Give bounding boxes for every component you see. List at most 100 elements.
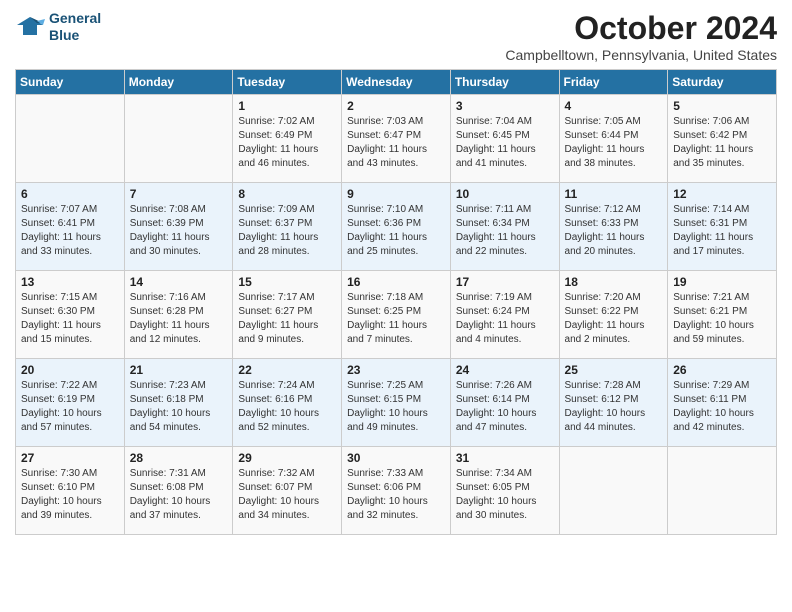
calendar-cell: 9Sunrise: 7:10 AMSunset: 6:36 PMDaylight… [342,183,451,271]
day-number: 6 [21,187,119,201]
day-number: 27 [21,451,119,465]
day-info: Sunrise: 7:05 AMSunset: 6:44 PMDaylight:… [565,115,663,171]
day-info: Sunrise: 7:10 AMSunset: 6:36 PMDaylight:… [347,203,445,259]
calendar-cell: 12 Sunrise: 7:14 AMSunset: 6:31 PMDayligh… [668,183,777,271]
logo-line1: General [49,10,101,27]
day-info: Sunrise: 7:23 AMSunset: 6:18 PMDaylight:… [130,379,228,435]
day-info: Sunrise: 7:06 AMSunset: 6:42 PMDaylight:… [673,115,771,171]
day-number: 21 [130,363,228,377]
calendar-week-row: 13 Sunrise: 7:15 AMSunset: 6:30 PMDayligh… [16,271,777,359]
day-info: Sunrise: 7:26 AMSunset: 6:14 PMDaylight:… [456,379,554,435]
calendar-cell: 4 Sunrise: 7:05 AMSunset: 6:44 PMDaylight… [559,95,668,183]
calendar-cell: 15 Sunrise: 7:17 AMSunset: 6:27 PMDayligh… [233,271,342,359]
calendar-cell: 5 Sunrise: 7:06 AMSunset: 6:42 PMDaylight… [668,95,777,183]
header-sunday: Sunday [16,70,125,95]
day-number: 28 [130,451,228,465]
day-number: 8 [238,187,336,201]
calendar-week-row: 6 Sunrise: 7:07 AMSunset: 6:41 PMDaylight… [16,183,777,271]
day-number: 5 [673,99,771,113]
day-info: Sunrise: 7:22 AMSunset: 6:19 PMDaylight:… [21,379,119,435]
month-title: October 2024 [505,10,777,47]
day-number: 15 [238,275,336,289]
calendar-cell: 24 Sunrise: 7:26 AMSunset: 6:14 PMDayligh… [450,359,559,447]
day-number: 26 [673,363,771,377]
day-number: 22 [238,363,336,377]
calendar-week-row: 1Sunrise: 7:02 AMSunset: 6:49 PMDaylight… [16,95,777,183]
day-info: Sunrise: 7:25 AMSunset: 6:15 PMDaylight:… [347,379,445,435]
day-number: 16 [347,275,445,289]
day-info: Sunrise: 7:02 AMSunset: 6:49 PMDaylight:… [238,115,336,171]
day-number: 29 [238,451,336,465]
calendar-cell [668,447,777,535]
day-number: 20 [21,363,119,377]
day-info: Sunrise: 7:12 AMSunset: 6:33 PMDaylight:… [565,203,663,259]
calendar-cell: 20 Sunrise: 7:22 AMSunset: 6:19 PMDayligh… [16,359,125,447]
location-subtitle: Campbelltown, Pennsylvania, United State… [505,47,777,63]
calendar-cell: 21 Sunrise: 7:23 AMSunset: 6:18 PMDayligh… [124,359,233,447]
day-number: 7 [130,187,228,201]
calendar-header-row: SundayMondayTuesdayWednesdayThursdayFrid… [16,70,777,95]
day-info: Sunrise: 7:34 AMSunset: 6:05 PMDaylight:… [456,467,554,523]
calendar-cell: 2Sunrise: 7:03 AMSunset: 6:47 PMDaylight… [342,95,451,183]
title-area: October 2024 Campbelltown, Pennsylvania,… [505,10,777,63]
day-info: Sunrise: 7:16 AMSunset: 6:28 PMDaylight:… [130,291,228,347]
calendar-week-row: 20 Sunrise: 7:22 AMSunset: 6:19 PMDayligh… [16,359,777,447]
day-number: 12 [673,187,771,201]
day-info: Sunrise: 7:32 AMSunset: 6:07 PMDaylight:… [238,467,336,523]
calendar-cell: 19 Sunrise: 7:21 AMSunset: 6:21 PMDayligh… [668,271,777,359]
day-number: 30 [347,451,445,465]
day-number: 31 [456,451,554,465]
day-number: 24 [456,363,554,377]
calendar-cell: 8 Sunrise: 7:09 AMSunset: 6:37 PMDaylight… [233,183,342,271]
calendar-cell: 16 Sunrise: 7:18 AMSunset: 6:25 PMDayligh… [342,271,451,359]
calendar-cell: 6 Sunrise: 7:07 AMSunset: 6:41 PMDaylight… [16,183,125,271]
calendar-cell: 10 Sunrise: 7:11 AMSunset: 6:34 PMDayligh… [450,183,559,271]
calendar-cell: 18 Sunrise: 7:20 AMSunset: 6:22 PMDayligh… [559,271,668,359]
day-number: 19 [673,275,771,289]
day-info: Sunrise: 7:14 AMSunset: 6:31 PMDaylight:… [673,203,771,259]
day-number: 13 [21,275,119,289]
day-info: Sunrise: 7:29 AMSunset: 6:11 PMDaylight:… [673,379,771,435]
header-monday: Monday [124,70,233,95]
calendar-cell: 3Sunrise: 7:04 AMSunset: 6:45 PMDaylight… [450,95,559,183]
calendar-cell: 25Sunrise: 7:28 AMSunset: 6:12 PMDayligh… [559,359,668,447]
day-info: Sunrise: 7:15 AMSunset: 6:30 PMDaylight:… [21,291,119,347]
day-number: 2 [347,99,445,113]
day-number: 14 [130,275,228,289]
calendar-cell: 29 Sunrise: 7:32 AMSunset: 6:07 PMDayligh… [233,447,342,535]
logo-icon [15,15,45,39]
calendar-cell: 27 Sunrise: 7:30 AMSunset: 6:10 PMDayligh… [16,447,125,535]
calendar-cell: 31 Sunrise: 7:34 AMSunset: 6:05 PMDayligh… [450,447,559,535]
calendar-cell: 7 Sunrise: 7:08 AMSunset: 6:39 PMDaylight… [124,183,233,271]
calendar-cell: 17Sunrise: 7:19 AMSunset: 6:24 PMDayligh… [450,271,559,359]
calendar-cell: 26 Sunrise: 7:29 AMSunset: 6:11 PMDayligh… [668,359,777,447]
day-number: 4 [565,99,663,113]
calendar-cell: 28 Sunrise: 7:31 AMSunset: 6:08 PMDayligh… [124,447,233,535]
day-info: Sunrise: 7:30 AMSunset: 6:10 PMDaylight:… [21,467,119,523]
day-info: Sunrise: 7:17 AMSunset: 6:27 PMDaylight:… [238,291,336,347]
calendar-table: SundayMondayTuesdayWednesdayThursdayFrid… [15,69,777,535]
day-info: Sunrise: 7:21 AMSunset: 6:21 PMDaylight:… [673,291,771,347]
logo: General Blue [15,10,101,44]
day-info: Sunrise: 7:33 AMSunset: 6:06 PMDaylight:… [347,467,445,523]
calendar-cell [124,95,233,183]
day-info: Sunrise: 7:31 AMSunset: 6:08 PMDaylight:… [130,467,228,523]
day-info: Sunrise: 7:08 AMSunset: 6:39 PMDaylight:… [130,203,228,259]
day-info: Sunrise: 7:28 AMSunset: 6:12 PMDaylight:… [565,379,663,435]
calendar-cell: 1Sunrise: 7:02 AMSunset: 6:49 PMDaylight… [233,95,342,183]
calendar-cell: 30 Sunrise: 7:33 AMSunset: 6:06 PMDayligh… [342,447,451,535]
day-info: Sunrise: 7:20 AMSunset: 6:22 PMDaylight:… [565,291,663,347]
header-thursday: Thursday [450,70,559,95]
day-info: Sunrise: 7:09 AMSunset: 6:37 PMDaylight:… [238,203,336,259]
day-number: 18 [565,275,663,289]
calendar-cell: 23 Sunrise: 7:25 AMSunset: 6:15 PMDayligh… [342,359,451,447]
day-info: Sunrise: 7:07 AMSunset: 6:41 PMDaylight:… [21,203,119,259]
calendar-week-row: 27 Sunrise: 7:30 AMSunset: 6:10 PMDayligh… [16,447,777,535]
day-info: Sunrise: 7:24 AMSunset: 6:16 PMDaylight:… [238,379,336,435]
calendar-cell: 11Sunrise: 7:12 AMSunset: 6:33 PMDayligh… [559,183,668,271]
day-number: 23 [347,363,445,377]
day-number: 10 [456,187,554,201]
day-info: Sunrise: 7:18 AMSunset: 6:25 PMDaylight:… [347,291,445,347]
day-info: Sunrise: 7:04 AMSunset: 6:45 PMDaylight:… [456,115,554,171]
day-info: Sunrise: 7:11 AMSunset: 6:34 PMDaylight:… [456,203,554,259]
